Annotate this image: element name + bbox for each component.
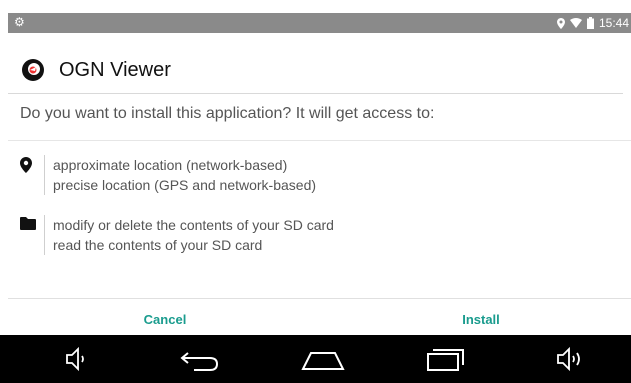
app-name: OGN Viewer bbox=[59, 58, 171, 81]
install-button[interactable]: Install bbox=[331, 303, 631, 335]
permission-group-location: approximate location (network-based) pre… bbox=[20, 155, 316, 195]
permission-item: approximate location (network-based) bbox=[53, 157, 288, 173]
recents-icon[interactable] bbox=[425, 345, 465, 373]
status-time: 15:44 bbox=[598, 16, 629, 30]
permission-group-storage: modify or delete the contents of your SD… bbox=[20, 215, 334, 255]
usb-debug-icon: ⚙ bbox=[14, 15, 25, 29]
location-icon bbox=[556, 17, 565, 29]
cancel-button[interactable]: Cancel bbox=[15, 303, 315, 335]
wifi-icon bbox=[569, 18, 582, 28]
install-question: Do you want to install this application?… bbox=[20, 105, 435, 122]
folder-icon bbox=[20, 217, 36, 233]
home-icon[interactable] bbox=[300, 345, 346, 373]
footer-divider bbox=[8, 298, 631, 299]
navigation-bar bbox=[0, 335, 631, 383]
battery-icon bbox=[586, 17, 594, 29]
status-bar: ⚙ 15:44 bbox=[8, 13, 631, 33]
header-divider bbox=[8, 93, 623, 94]
permission-item: read the contents of your SD card bbox=[53, 237, 263, 253]
status-icons: 15:44 bbox=[556, 16, 629, 30]
location-pin-icon bbox=[20, 157, 36, 173]
volume-down-icon[interactable] bbox=[63, 345, 103, 373]
permission-item: precise location (GPS and network-based) bbox=[53, 177, 317, 193]
question-divider bbox=[8, 140, 631, 141]
back-icon[interactable] bbox=[180, 345, 220, 373]
permission-item: modify or delete the contents of your SD… bbox=[53, 217, 334, 233]
ogn-viewer-app-icon bbox=[21, 58, 45, 82]
app-header: OGN Viewer bbox=[21, 52, 171, 88]
volume-up-icon[interactable] bbox=[555, 345, 595, 373]
